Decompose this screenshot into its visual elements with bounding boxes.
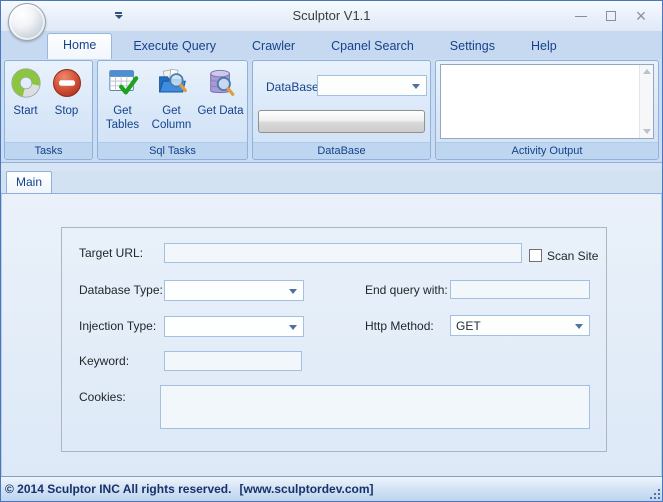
table-check-icon xyxy=(107,67,139,99)
http-method-value: GET xyxy=(456,319,481,333)
stop-icon xyxy=(51,67,83,99)
start-donut-icon xyxy=(10,67,42,99)
activity-output-list xyxy=(441,65,639,138)
get-data-button[interactable]: Get Data xyxy=(196,61,245,118)
sql-tasks-group-label: Sql Tasks xyxy=(98,142,247,159)
minimize-button[interactable] xyxy=(566,5,596,27)
get-tables-label: Get Tables xyxy=(98,104,147,133)
title-bar: Sculptor V1.1 × xyxy=(1,1,662,31)
get-column-button[interactable]: Get Column xyxy=(147,61,196,133)
activity-output-group-label: Activity Output xyxy=(436,142,658,159)
status-text: © 2014 Sculptor INC All rights reserved.… xyxy=(5,482,374,496)
activity-output-scrollbar[interactable] xyxy=(639,65,653,138)
end-query-label: End query with: xyxy=(365,283,448,297)
target-url-input[interactable] xyxy=(164,243,522,263)
database-search-icon xyxy=(205,67,237,99)
ribbon-group-sql-tasks: Get Tables Get Column xyxy=(97,60,248,160)
scroll-up-icon[interactable] xyxy=(643,69,651,74)
maximize-button[interactable] xyxy=(596,5,626,27)
scroll-down-icon[interactable] xyxy=(643,129,651,134)
copyright-text: © 2014 Sculptor INC All rights reserved. xyxy=(5,482,231,496)
ribbon-page-gap xyxy=(1,163,662,171)
database-group-label: DataBase xyxy=(253,142,430,159)
tab-execute-query[interactable]: Execute Query xyxy=(118,34,231,59)
ribbon-tab-strip: Home Execute Query Crawler Cpanel Search… xyxy=(1,31,662,59)
database-type-combobox[interactable] xyxy=(164,280,304,301)
database-type-label: Database Type: xyxy=(79,283,163,297)
ribbon: Start Stop xyxy=(1,59,662,163)
folder-search-icon xyxy=(156,67,188,99)
activity-output-listbox[interactable] xyxy=(440,64,654,139)
http-method-label: Http Method: xyxy=(365,319,434,333)
start-button-label: Start xyxy=(5,104,46,118)
website-text: [www.sculptordev.com] xyxy=(239,482,373,496)
tab-settings[interactable]: Settings xyxy=(435,34,510,59)
http-method-combobox[interactable]: GET xyxy=(450,315,590,336)
start-button[interactable]: Start xyxy=(5,61,46,118)
keyword-input[interactable] xyxy=(164,351,302,371)
ribbon-group-activity-output: Activity Output xyxy=(435,60,659,160)
scan-site-checkbox[interactable] xyxy=(529,249,542,262)
tasks-group-label: Tasks xyxy=(5,142,92,159)
stop-button[interactable]: Stop xyxy=(46,61,87,118)
close-icon: × xyxy=(636,7,647,25)
ribbon-group-database: DataBase DataBase xyxy=(252,60,431,160)
get-tables-button[interactable]: Get Tables xyxy=(98,61,147,133)
document-tab-strip: Main xyxy=(1,171,662,194)
cookies-label: Cookies: xyxy=(79,390,126,404)
quick-access-toolbar-dropdown-icon[interactable] xyxy=(114,12,123,21)
get-column-label: Get Column xyxy=(147,104,196,133)
close-button[interactable]: × xyxy=(626,5,656,27)
database-combobox[interactable] xyxy=(317,75,427,96)
app-window: Sculptor V1.1 × Home Execute Query Crawl… xyxy=(0,0,663,502)
tab-main[interactable]: Main xyxy=(6,171,52,193)
injection-type-combobox[interactable] xyxy=(164,316,304,337)
window-controls: × xyxy=(566,1,656,31)
chevron-down-icon xyxy=(412,84,420,89)
tab-home[interactable]: Home xyxy=(47,33,112,59)
keyword-label: Keyword: xyxy=(79,354,129,368)
application-orb-button[interactable] xyxy=(8,3,46,41)
database-progress-bar xyxy=(258,110,425,133)
ribbon-group-tasks: Start Stop xyxy=(4,60,93,160)
chevron-down-icon xyxy=(289,289,297,294)
tab-crawler[interactable]: Crawler xyxy=(237,34,310,59)
database-combo-label: DataBase xyxy=(266,80,319,94)
chevron-down-icon xyxy=(289,325,297,330)
target-url-label: Target URL: xyxy=(79,246,143,260)
tab-help[interactable]: Help xyxy=(516,34,572,59)
injection-type-label: Injection Type: xyxy=(79,319,156,333)
stop-button-label: Stop xyxy=(46,104,87,118)
get-data-label: Get Data xyxy=(196,104,245,118)
cookies-textarea[interactable] xyxy=(160,385,590,429)
scan-site-label: Scan Site xyxy=(547,249,598,263)
minimize-icon xyxy=(575,16,587,17)
main-tab-page: Target URL: Scan Site Database Type: End… xyxy=(1,194,662,476)
end-query-input[interactable] xyxy=(450,280,590,299)
resize-grip-icon[interactable] xyxy=(658,497,660,499)
window-title: Sculptor V1.1 xyxy=(1,1,662,31)
chevron-down-icon xyxy=(575,324,583,329)
maximize-icon xyxy=(606,11,616,21)
status-bar: © 2014 Sculptor INC All rights reserved.… xyxy=(1,476,662,501)
tab-cpanel-search[interactable]: Cpanel Search xyxy=(316,34,429,59)
